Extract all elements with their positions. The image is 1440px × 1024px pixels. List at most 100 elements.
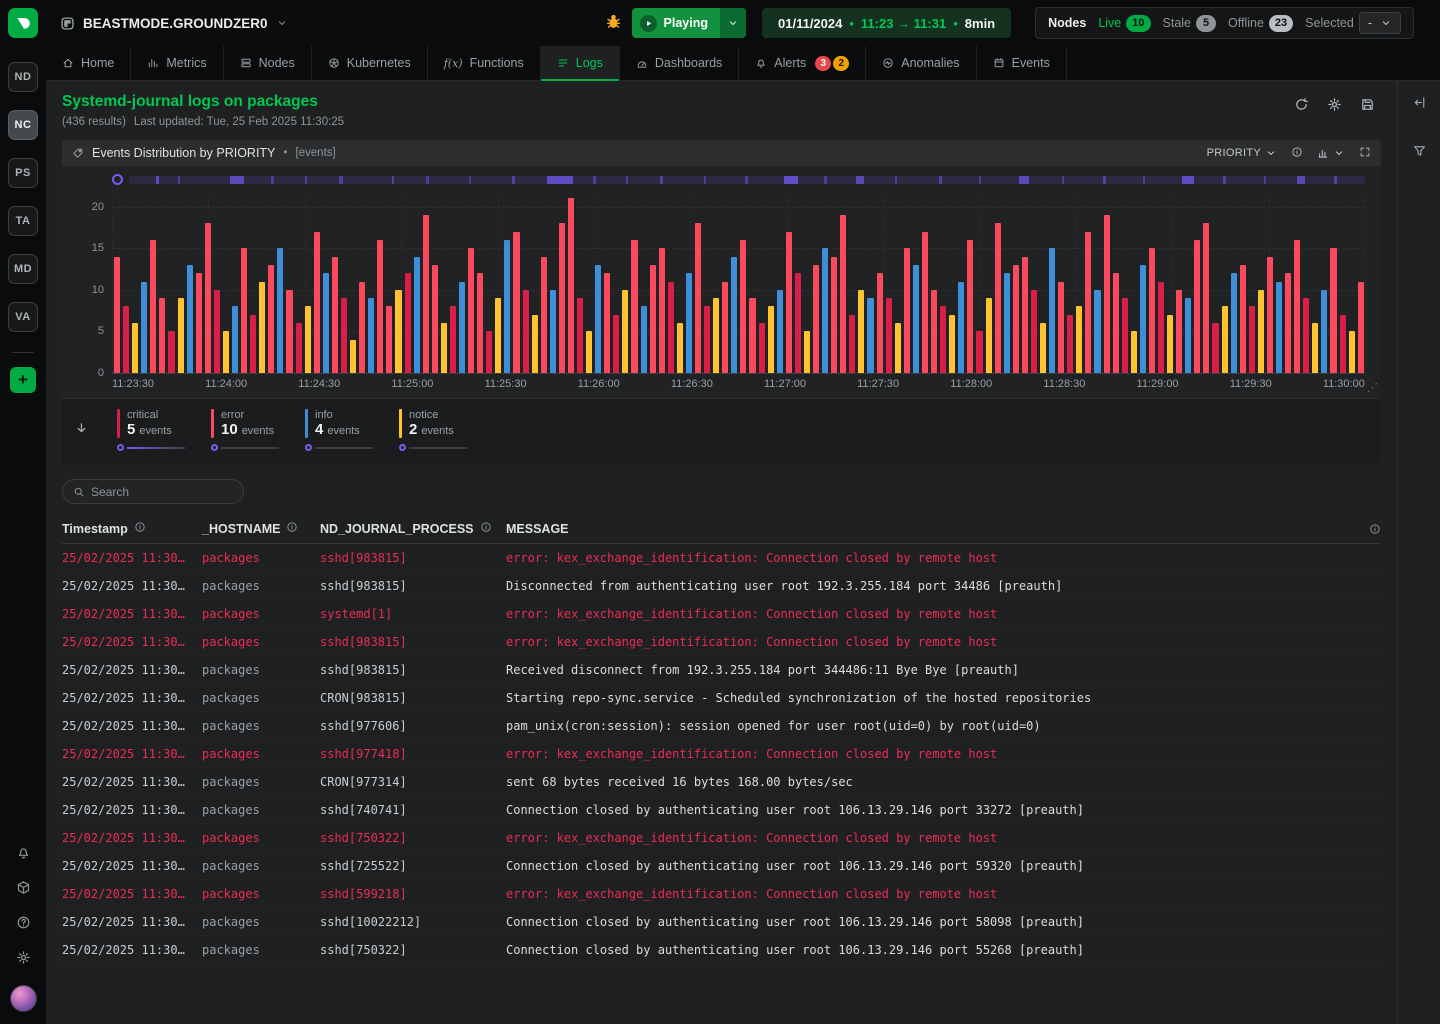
save-icon[interactable] bbox=[1360, 97, 1375, 115]
table-row[interactable]: 25/02/2025 11:30:26packagessshd[983815]e… bbox=[62, 544, 1381, 572]
chart-bar[interactable] bbox=[695, 223, 701, 373]
chart-bar[interactable] bbox=[740, 240, 746, 373]
chart-bar[interactable] bbox=[1004, 273, 1010, 373]
chart-bar[interactable] bbox=[1321, 290, 1327, 373]
chart-bar[interactable] bbox=[1231, 273, 1237, 373]
table-row[interactable]: 25/02/2025 11:30:12packagessshd[725522]C… bbox=[62, 852, 1381, 880]
space-item-ps[interactable]: PS bbox=[8, 158, 38, 188]
tab-dashboards[interactable]: Dashboards bbox=[620, 46, 739, 80]
chart-bar[interactable] bbox=[1094, 290, 1100, 373]
chart-bar[interactable] bbox=[904, 248, 910, 373]
chart-bar[interactable] bbox=[1330, 248, 1336, 373]
chart-bar[interactable] bbox=[995, 223, 1001, 373]
chart-bar[interactable] bbox=[704, 306, 710, 373]
group-by-dropdown[interactable]: PRIORITY bbox=[1207, 147, 1277, 159]
tab-logs[interactable]: Logs bbox=[541, 46, 620, 80]
chart-bar[interactable] bbox=[1267, 257, 1273, 373]
chart-bar[interactable] bbox=[641, 306, 647, 373]
chart-bar[interactable] bbox=[1285, 273, 1291, 373]
table-row[interactable]: 25/02/2025 11:30:25packagessshd[983815]D… bbox=[62, 572, 1381, 600]
chart-bar[interactable] bbox=[822, 248, 828, 373]
table-info-icon[interactable] bbox=[1369, 523, 1381, 535]
chart-bar[interactable] bbox=[550, 290, 556, 373]
table-row[interactable]: 25/02/2025 11:30:16packagesCRON[977314]s… bbox=[62, 768, 1381, 796]
chart-settings-gear-icon[interactable] bbox=[1327, 97, 1342, 115]
table-row[interactable]: 25/02/2025 11:30:12packagessshd[750322]C… bbox=[62, 936, 1381, 964]
chart-plot-area[interactable]: 20151050 bbox=[112, 190, 1365, 374]
notifications-bell-icon[interactable] bbox=[16, 845, 31, 863]
chart-bar[interactable] bbox=[958, 282, 964, 374]
scroll-down-icon[interactable] bbox=[74, 421, 89, 439]
chart-bar[interactable] bbox=[986, 298, 992, 373]
help-icon[interactable] bbox=[16, 915, 31, 933]
legend-item-critical[interactable]: critical 5events bbox=[117, 409, 185, 451]
chart-bar[interactable] bbox=[913, 265, 919, 373]
chart-bar[interactable] bbox=[1140, 265, 1146, 373]
chart-bar[interactable] bbox=[1067, 315, 1073, 373]
chart-bar[interactable] bbox=[1058, 282, 1064, 374]
chart-bar[interactable] bbox=[250, 315, 256, 373]
chart-bar[interactable] bbox=[350, 340, 356, 373]
chart-info-icon[interactable] bbox=[1291, 146, 1303, 161]
chart-bar[interactable] bbox=[1194, 240, 1200, 373]
playing-state-pill[interactable]: Playing bbox=[632, 8, 746, 38]
chart-bar[interactable] bbox=[323, 273, 329, 373]
chart-bar[interactable] bbox=[305, 306, 311, 373]
chart-bar[interactable] bbox=[877, 273, 883, 373]
chart-bar[interactable] bbox=[314, 232, 320, 373]
table-row[interactable]: 25/02/2025 11:30:18packagessshd[977606]p… bbox=[62, 712, 1381, 740]
bug-report-icon[interactable] bbox=[605, 13, 622, 33]
chart-bar[interactable] bbox=[731, 257, 737, 373]
collapse-sidebar-icon[interactable] bbox=[1412, 95, 1427, 113]
chart-bar[interactable] bbox=[414, 257, 420, 373]
chart-bar[interactable] bbox=[241, 248, 247, 373]
chart-bar[interactable] bbox=[1013, 265, 1019, 373]
chart-bar[interactable] bbox=[541, 257, 547, 373]
chart-bar[interactable] bbox=[940, 306, 946, 373]
chart-bar[interactable] bbox=[722, 282, 728, 374]
tab-events[interactable]: Events bbox=[977, 46, 1067, 80]
search-input[interactable] bbox=[91, 485, 233, 499]
add-space-button[interactable]: + bbox=[10, 367, 36, 393]
chart-bar[interactable] bbox=[441, 323, 447, 373]
chart-bar[interactable] bbox=[1185, 298, 1191, 373]
tab-home[interactable]: Home bbox=[46, 46, 131, 80]
chart-bar[interactable] bbox=[840, 215, 846, 373]
chart-bar[interactable] bbox=[713, 298, 719, 373]
tab-kubernetes[interactable]: Kubernetes bbox=[312, 46, 428, 80]
chart-type-picker[interactable] bbox=[1317, 147, 1345, 159]
chart-bar[interactable] bbox=[1049, 248, 1055, 373]
chart-bar[interactable] bbox=[1040, 323, 1046, 373]
chart-bar[interactable] bbox=[1085, 232, 1091, 373]
chart-bar[interactable] bbox=[1203, 223, 1209, 373]
chart-bar[interactable] bbox=[368, 298, 374, 373]
chart-bar[interactable] bbox=[187, 265, 193, 373]
chart-bar[interactable] bbox=[650, 265, 656, 373]
chart-bar[interactable] bbox=[1358, 282, 1364, 374]
chart-bar[interactable] bbox=[114, 257, 120, 373]
chart-bar[interactable] bbox=[196, 273, 202, 373]
chart-bar[interactable] bbox=[931, 290, 937, 373]
chart-bar[interactable] bbox=[1249, 306, 1255, 373]
chart-bar[interactable] bbox=[1122, 298, 1128, 373]
chart-bar[interactable] bbox=[459, 282, 465, 374]
chart-bar[interactable] bbox=[768, 306, 774, 373]
nodes-live[interactable]: Live 10 bbox=[1098, 15, 1150, 32]
chart-bar[interactable] bbox=[223, 331, 229, 373]
anomaly-icon[interactable] bbox=[112, 174, 123, 185]
chart-bar[interactable] bbox=[532, 315, 538, 373]
chart-bar[interactable] bbox=[1022, 257, 1028, 373]
chart-bar[interactable] bbox=[150, 240, 156, 373]
table-row[interactable]: 25/02/2025 11:30:26packagessshd[599218]e… bbox=[62, 880, 1381, 908]
table-row[interactable]: 25/02/2025 11:30:15packagessshd[740741]C… bbox=[62, 796, 1381, 824]
chart-bar[interactable] bbox=[268, 265, 274, 373]
chart-bar[interactable] bbox=[686, 273, 692, 373]
chart-bar[interactable] bbox=[886, 298, 892, 373]
chart-bar[interactable] bbox=[804, 331, 810, 373]
chart-bar[interactable] bbox=[168, 331, 174, 373]
col-timestamp[interactable]: Timestamp bbox=[62, 521, 202, 536]
chart-bar[interactable] bbox=[949, 315, 955, 373]
space-item-va[interactable]: VA bbox=[8, 302, 38, 332]
nodes-offline[interactable]: Offline 23 bbox=[1228, 15, 1293, 32]
netdata-logo-icon[interactable] bbox=[8, 8, 38, 38]
